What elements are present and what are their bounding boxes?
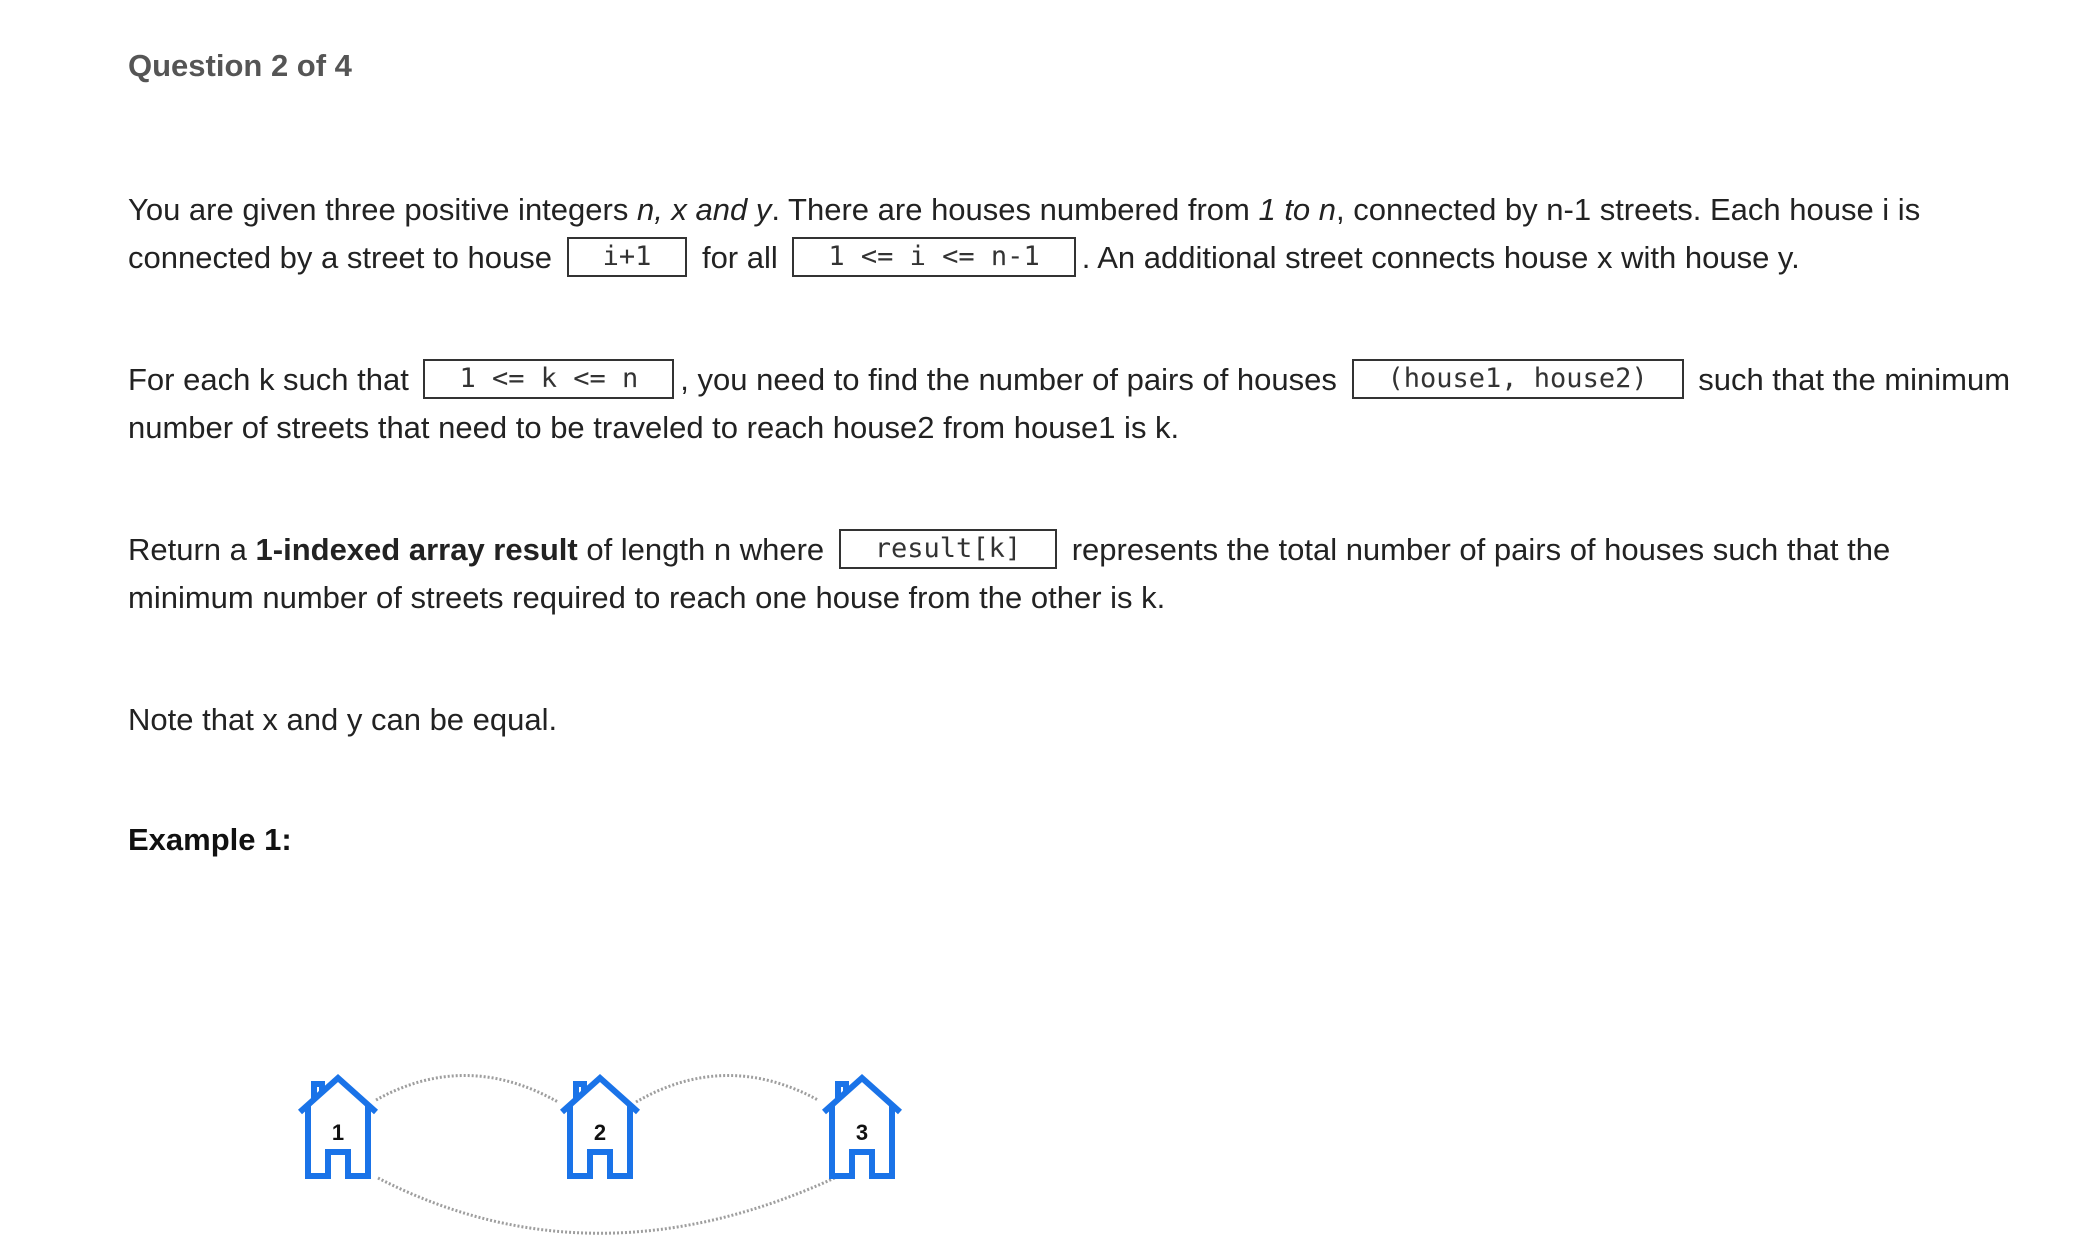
street-edge-1-2 bbox=[375, 1074, 559, 1104]
paragraph-line: For each k such that 1 <= k <= n, you ne… bbox=[128, 356, 2058, 404]
text-segment: You are given three positive integers bbox=[128, 192, 637, 227]
paragraph-line: Note that x and y can be equal. bbox=[128, 702, 558, 737]
text-segment: connected by a street to house bbox=[128, 240, 561, 275]
house-number: 3 bbox=[856, 1120, 868, 1145]
house-3-icon: 3 bbox=[821, 1073, 903, 1179]
text-segment: , connected by n-1 streets. Each house i… bbox=[1336, 192, 1921, 227]
text-segment: of length n where bbox=[577, 532, 833, 567]
house-1-icon: 1 bbox=[297, 1073, 379, 1179]
text-segment: , you need to find the number of pairs o… bbox=[680, 362, 1346, 397]
inline-code: 1 <= i <= n-1 bbox=[792, 236, 1076, 277]
houses-diagram-svg: 1 2 3 bbox=[297, 1073, 903, 1235]
paragraph-line: Return a 1-indexed array result of lengt… bbox=[128, 526, 2058, 574]
text-segment: for all bbox=[693, 240, 787, 275]
paragraph-line: connected by a street to house i+1 for a… bbox=[128, 234, 2058, 282]
bold-text: 1-indexed array result bbox=[255, 532, 578, 567]
problem-paragraph-2: For each k such that 1 <= k <= n, you ne… bbox=[128, 356, 2058, 452]
houses-diagram: 1 2 3 bbox=[296, 1060, 936, 1255]
inline-code: (house1, house2) bbox=[1351, 358, 1684, 399]
house-number: 2 bbox=[594, 1120, 606, 1145]
inline-code: i+1 bbox=[566, 236, 688, 277]
text-segment: such that the minimum bbox=[1689, 362, 2011, 397]
text-segment: represents the total number of pairs of … bbox=[1063, 532, 1891, 567]
text-segment: number of streets that need to be travel… bbox=[128, 410, 1180, 445]
text-segment: . An additional street connects house x … bbox=[1081, 240, 1800, 275]
text-segment: Return a bbox=[128, 532, 256, 567]
text-segment: minimum number of streets required to re… bbox=[128, 580, 1166, 615]
problem-note: Note that x and y can be equal. bbox=[128, 696, 2058, 744]
paragraph-line: number of streets that need to be travel… bbox=[128, 404, 2058, 452]
text-segment: . There are houses numbered from bbox=[771, 192, 1259, 227]
text-segment: For each k such that bbox=[128, 362, 418, 397]
problem-paragraph-1: You are given three positive integers n,… bbox=[128, 186, 2058, 282]
street-edge-2-3 bbox=[635, 1074, 819, 1104]
house-2-icon: 2 bbox=[559, 1073, 641, 1179]
problem-paragraph-3: Return a 1-indexed array result of lengt… bbox=[128, 526, 2058, 622]
italic-text: 1 to n bbox=[1258, 192, 1337, 227]
paragraph-line: minimum number of streets required to re… bbox=[128, 574, 2058, 622]
inline-code: 1 <= k <= n bbox=[423, 358, 675, 399]
paragraph-line: You are given three positive integers n,… bbox=[128, 186, 2058, 234]
house-number: 1 bbox=[332, 1120, 344, 1145]
street-edge-1-3 bbox=[377, 1173, 842, 1235]
inline-code: result[k] bbox=[838, 528, 1058, 569]
question-counter: Question 2 of 4 bbox=[128, 48, 352, 83]
example-heading: Example 1: bbox=[128, 822, 292, 857]
italic-text: n, x and y bbox=[636, 192, 772, 227]
